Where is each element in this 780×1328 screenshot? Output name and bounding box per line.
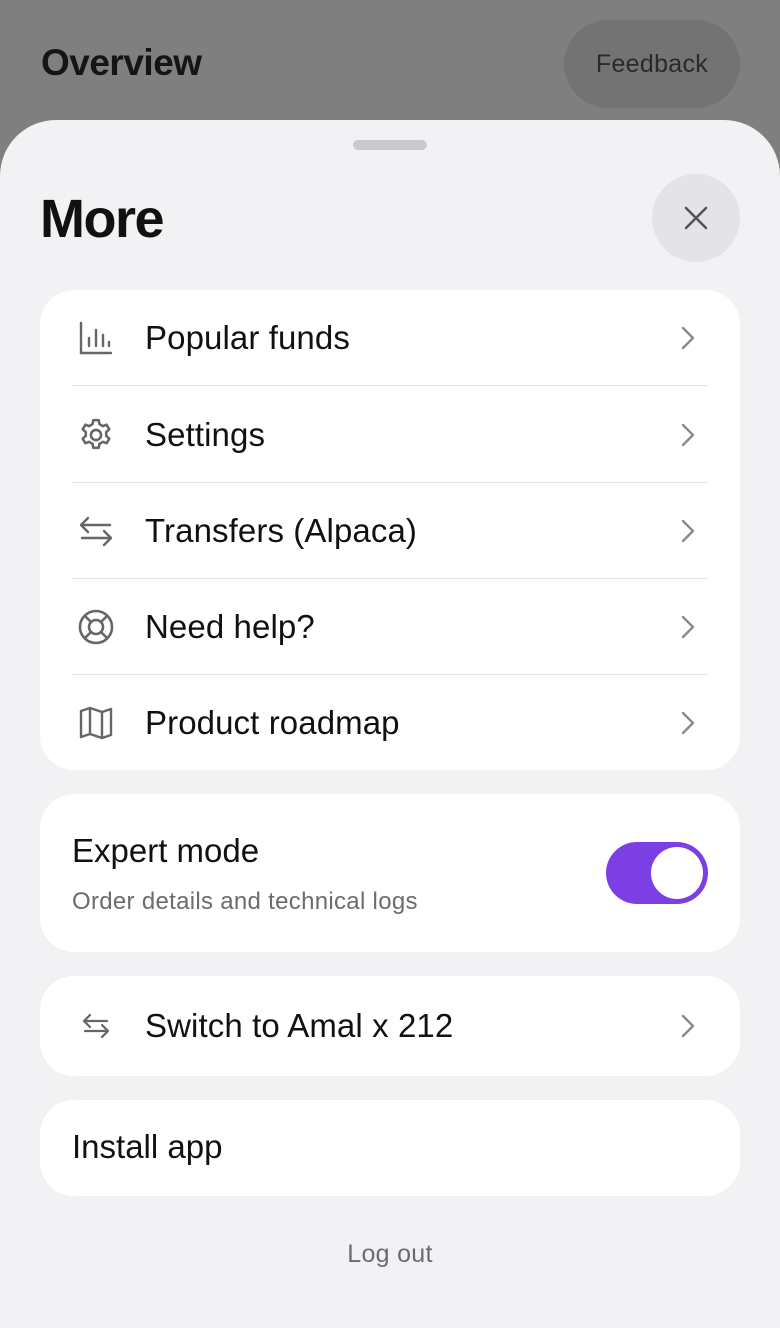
sheet-title: More [40,189,165,249]
menu-item-label: Product roadmap [145,704,400,741]
menu-item-label: Settings [145,415,266,453]
chevron-right-icon [676,711,700,735]
close-icon [683,205,709,231]
menu-item-settings[interactable]: Settings [72,387,708,483]
feedback-button[interactable]: Feedback [564,20,740,108]
bar-chart-icon [72,314,120,362]
lifebuoy-icon [72,603,120,651]
install-app-label: Install app [72,1128,223,1165]
menu-item-product-roadmap[interactable]: Product roadmap [72,675,708,771]
menu-item-label: Need help? [145,607,315,645]
toggle-knob [651,847,703,899]
gear-icon [72,411,120,459]
more-sheet: More Popular funds Settings Transfers (A… [0,120,780,1328]
switch-account-row[interactable]: Switch to Amal x 212 [72,976,708,1076]
install-app-button[interactable]: Install app [40,1100,740,1196]
menu-item-label: Transfers (Alpaca) [145,511,417,549]
background-header: Overview Feedback [0,0,780,130]
menu-card: Popular funds Settings Transfers (Alpaca… [40,290,740,770]
chevron-right-icon [676,615,700,639]
expert-mode-title: Expert mode [72,832,260,869]
chevron-right-icon [676,423,700,447]
menu-item-popular-funds[interactable]: Popular funds [72,290,708,386]
switch-arrows-icon [72,1002,120,1050]
chevron-right-icon [676,519,700,543]
transfer-arrows-icon [72,507,120,555]
sheet-drag-handle[interactable] [353,140,427,150]
menu-item-label: Popular funds [145,318,350,356]
logout-button[interactable]: Log out [0,1240,780,1269]
menu-item-need-help[interactable]: Need help? [72,579,708,675]
expert-mode-subtitle: Order details and technical logs [72,888,418,915]
switch-account-card[interactable]: Switch to Amal x 212 [40,976,740,1076]
page-title: Overview [41,42,202,83]
menu-item-transfers[interactable]: Transfers (Alpaca) [72,483,708,579]
expert-mode-card: Expert mode Order details and technical … [40,794,740,952]
map-icon [72,699,120,747]
chevron-right-icon [676,1014,700,1038]
chevron-right-icon [676,326,700,350]
expert-mode-toggle[interactable] [606,842,708,904]
switch-account-label: Switch to Amal x 212 [145,1007,454,1044]
close-button[interactable] [652,174,740,262]
